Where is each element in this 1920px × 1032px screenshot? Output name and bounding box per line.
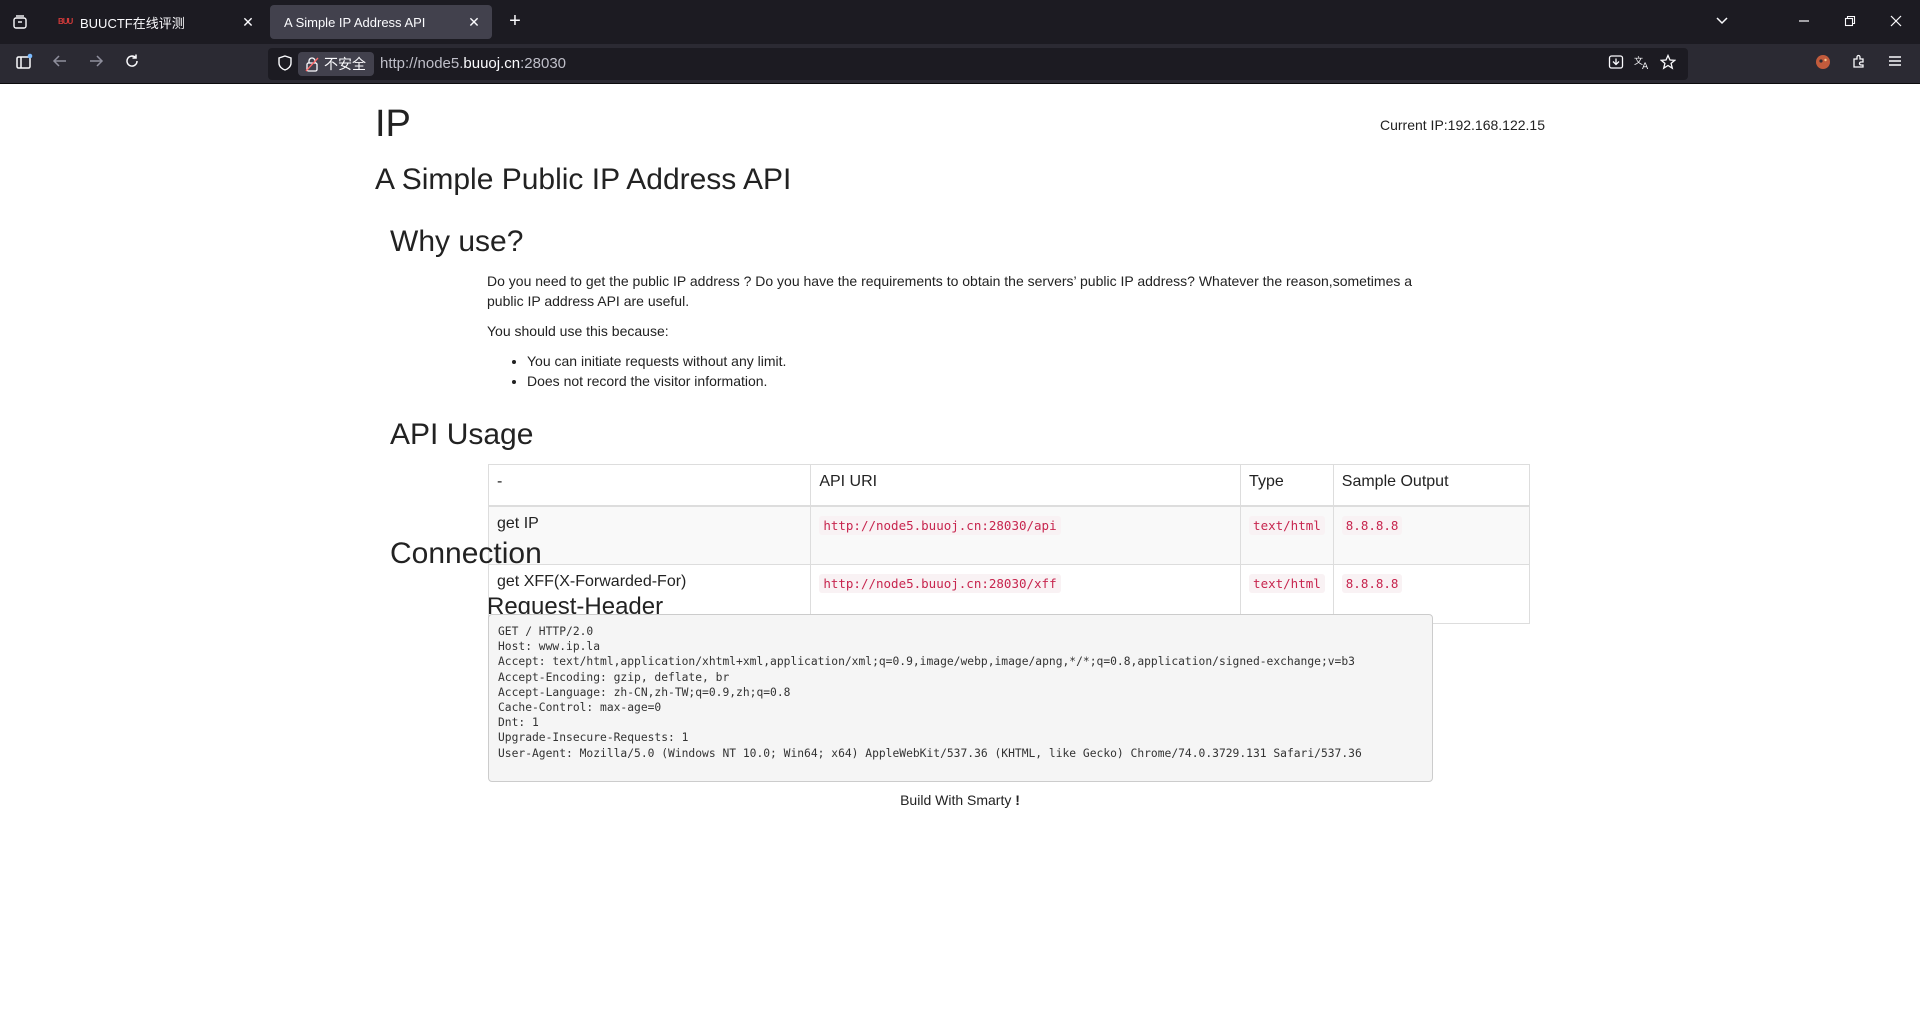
security-label: 不安全 bbox=[324, 56, 366, 72]
page-footer: Build With Smarty ! bbox=[0, 792, 1920, 808]
page-content: IP Current IP:192.168.122.15 A Simple Pu… bbox=[0, 85, 1920, 1032]
connection-heading: Connection bbox=[390, 537, 542, 570]
browser-navbar: 不安全 http://node5.buuoj.cn:28030 文A bbox=[0, 44, 1920, 84]
header-line: Cache-Control: max-age=0 bbox=[498, 701, 662, 715]
tab-title: A Simple IP Address API bbox=[284, 14, 426, 30]
why-use-lead: You should use this because: bbox=[487, 323, 669, 339]
url-port: :28030 bbox=[520, 55, 567, 72]
header-line: Accept: text/html,application/xhtml+xml,… bbox=[498, 655, 1355, 669]
request-header-block: GET / HTTP/2.0 Host: www.ip.la Accept: t… bbox=[488, 614, 1433, 782]
tab-buuctf[interactable]: BUU BUUCTF在线评测 ✕ bbox=[44, 5, 266, 39]
url-text[interactable]: http://node5.buuoj.cn:28030 bbox=[380, 48, 566, 80]
footer-exclamation: ! bbox=[1015, 792, 1020, 808]
svg-text:A: A bbox=[1642, 62, 1649, 70]
extension-avatar-icon[interactable] bbox=[1812, 53, 1834, 75]
forward-arrow-icon[interactable] bbox=[85, 53, 107, 75]
table-row: get IP http://node5.buuoj.cn:28030/api t… bbox=[487, 505, 1531, 565]
column-header: Sample Output bbox=[1332, 464, 1531, 507]
extensions-puzzle-icon[interactable] bbox=[1848, 53, 1870, 75]
api-sample-code: 8.8.8.8 bbox=[1341, 574, 1403, 593]
footer-text: Build With Smarty bbox=[900, 792, 1012, 808]
header-line: Accept-Language: zh-CN,zh-TW;q=0.9,zh;q=… bbox=[498, 685, 791, 699]
chevron-down-icon[interactable] bbox=[1712, 12, 1732, 32]
api-type-code: text/html bbox=[1249, 574, 1325, 593]
tab-list-icon[interactable] bbox=[10, 12, 30, 32]
url-domain: buuoj.cn bbox=[463, 55, 521, 72]
header-line: Host: www.ip.la bbox=[498, 640, 601, 654]
browser-titlebar: BUU BUUCTF在线评测 ✕ A Simple IP Address API… bbox=[0, 0, 1920, 44]
api-uri-code: http://node5.buuoj.cn:28030/xff bbox=[819, 574, 1061, 593]
buuctf-favicon-icon: BUU bbox=[58, 17, 73, 26]
shield-icon[interactable] bbox=[276, 55, 294, 73]
api-type-cell: text/html bbox=[1240, 505, 1334, 565]
page-subtitle: A Simple Public IP Address API bbox=[375, 163, 792, 196]
hamburger-menu-icon[interactable] bbox=[1884, 53, 1906, 75]
api-usage-heading: API Usage bbox=[390, 418, 534, 451]
sidebar-toggle-icon[interactable] bbox=[13, 53, 35, 75]
site-brand[interactable]: IP bbox=[375, 103, 411, 146]
api-type-code: text/html bbox=[1249, 515, 1325, 535]
minimize-icon[interactable] bbox=[1794, 12, 1814, 32]
reasons-list: You can initiate requests without any li… bbox=[527, 351, 786, 391]
column-header: API URI bbox=[810, 464, 1242, 507]
header-line: Upgrade-Insecure-Requests: 1 bbox=[498, 731, 689, 745]
current-ip-text: Current IP:192.168.122.15 bbox=[1379, 117, 1545, 133]
url-prefix: http://node5. bbox=[380, 55, 464, 72]
header-line: Dnt: 1 bbox=[498, 716, 539, 730]
close-icon[interactable]: ✕ bbox=[466, 14, 482, 30]
window-close-icon[interactable] bbox=[1886, 12, 1906, 32]
header-line: Accept-Encoding: gzip, deflate, br bbox=[498, 670, 730, 684]
list-item: Does not record the visitor information. bbox=[527, 371, 786, 391]
header-line: GET / HTTP/2.0 bbox=[498, 625, 594, 638]
back-arrow-icon[interactable] bbox=[49, 53, 71, 75]
api-uri-code: http://node5.buuoj.cn:28030/api bbox=[819, 515, 1061, 535]
tab-title: BUUCTF在线评测 bbox=[80, 15, 185, 31]
close-icon[interactable]: ✕ bbox=[240, 14, 256, 30]
header-line: User-Agent: Mozilla/5.0 (Windows NT 10.0… bbox=[498, 746, 1362, 760]
api-sample-cell: 8.8.8.8 bbox=[1332, 505, 1531, 565]
bookmark-star-icon[interactable] bbox=[1658, 53, 1678, 74]
lock-slash-icon bbox=[305, 56, 319, 72]
table-header-row: - API URI Type Sample Output bbox=[487, 464, 1531, 507]
reload-icon[interactable] bbox=[121, 53, 143, 75]
column-header: - bbox=[487, 464, 812, 507]
connection-not-secure-badge[interactable]: 不安全 bbox=[298, 52, 374, 76]
translate-icon[interactable]: 文A bbox=[1632, 54, 1652, 74]
address-bar[interactable]: 不安全 http://node5.buuoj.cn:28030 文A bbox=[268, 48, 1688, 80]
save-to-pocket-icon[interactable] bbox=[1606, 54, 1626, 74]
api-sample-code: 8.8.8.8 bbox=[1341, 515, 1403, 535]
why-use-paragraph: Do you need to get the public IP address… bbox=[487, 273, 1413, 309]
list-item: You can initiate requests without any li… bbox=[527, 351, 786, 371]
tab-ip-api[interactable]: A Simple IP Address API ✕ bbox=[270, 5, 492, 39]
why-use-heading: Why use? bbox=[390, 225, 524, 258]
api-uri-cell: http://node5.buuoj.cn:28030/api bbox=[810, 505, 1242, 565]
new-tab-plus-icon[interactable]: + bbox=[504, 11, 526, 33]
column-header: Type bbox=[1240, 464, 1334, 507]
restore-icon[interactable] bbox=[1840, 12, 1860, 32]
